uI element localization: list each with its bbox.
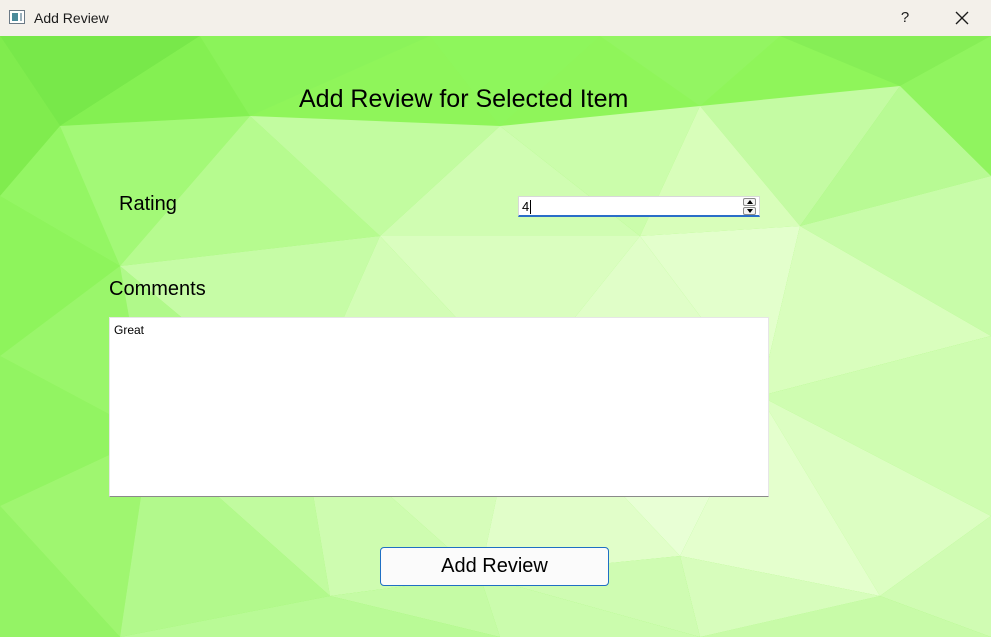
- text-caret: [530, 200, 531, 214]
- spin-up-button[interactable]: [743, 198, 756, 206]
- add-review-button[interactable]: Add Review: [380, 547, 609, 586]
- arrow-down-icon: [747, 209, 753, 213]
- title-bar: Add Review ?: [0, 0, 991, 36]
- comments-label: Comments: [109, 278, 206, 300]
- close-button[interactable]: [938, 0, 986, 36]
- form-content: Add Review for Selected Item Rating 4 Co…: [0, 0, 991, 637]
- spin-down-button[interactable]: [743, 207, 756, 215]
- window-title: Add Review: [34, 10, 109, 26]
- help-button[interactable]: ?: [884, 0, 926, 36]
- close-icon: [955, 11, 969, 25]
- app-window-icon: [9, 10, 25, 24]
- rating-value[interactable]: 4: [522, 199, 529, 215]
- rating-label: Rating: [119, 193, 177, 215]
- add-review-window: Add Review ? Add Review for Selected Ite…: [0, 0, 991, 637]
- page-title: Add Review for Selected Item: [299, 85, 629, 113]
- comments-text[interactable]: Great: [114, 323, 144, 338]
- comments-textarea[interactable]: Great: [109, 317, 769, 497]
- rating-spinbox[interactable]: 4: [518, 196, 760, 217]
- arrow-up-icon: [747, 200, 753, 204]
